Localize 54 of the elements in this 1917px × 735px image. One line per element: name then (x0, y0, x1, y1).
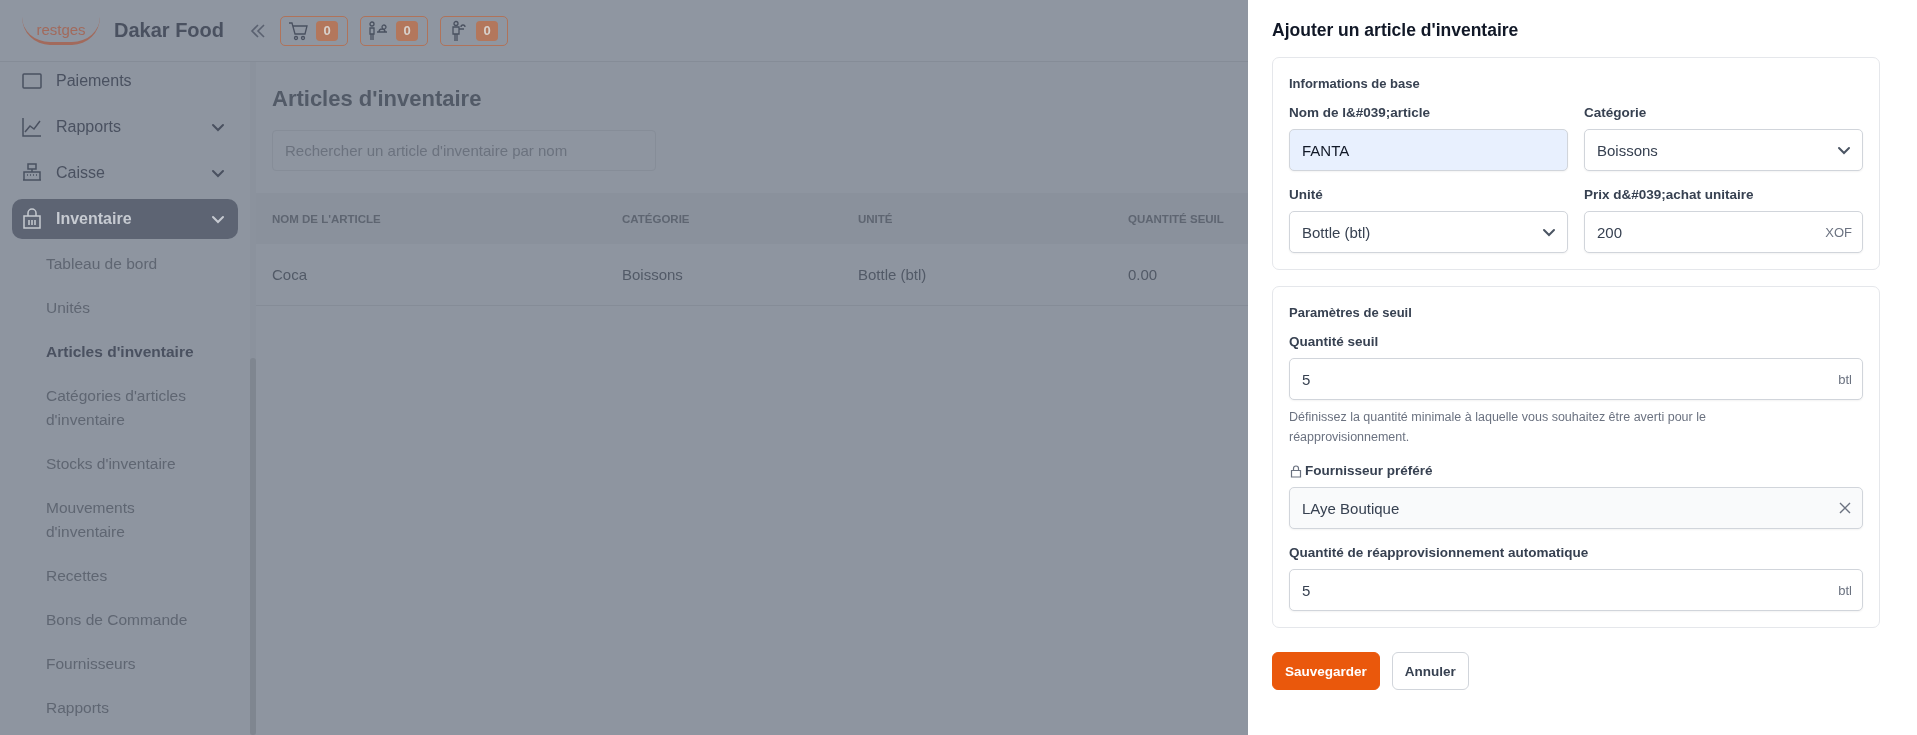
sidebar-subitem[interactable]: Articles d'inventaire (12, 330, 212, 374)
field-label: Fournisseur préféré (1305, 463, 1433, 478)
lock-icon (1289, 463, 1303, 478)
field-label: Catégorie (1584, 105, 1647, 120)
unit-label: XOF (1825, 224, 1852, 240)
table-cell-text: Bottle (btl) (858, 266, 928, 283)
section-title: Informations de base (1289, 76, 1421, 91)
count-badge: 0 (396, 20, 419, 41)
sidebar-item[interactable]: Paiements (12, 62, 238, 101)
counter-button[interactable]: 0 (280, 15, 349, 46)
field-label: Unité (1289, 187, 1323, 202)
field-value: 200 (1597, 223, 1624, 241)
field-value: Bottle (btl) (1302, 223, 1372, 241)
field-value: LAye Boutique (1302, 499, 1401, 517)
input-field[interactable]: 5 btl (1289, 358, 1863, 400)
counter-button[interactable]: 0 (360, 15, 429, 46)
field-value: 5 (1302, 581, 1312, 599)
counter-button[interactable]: 0 (440, 15, 509, 46)
close-icon[interactable] (1838, 501, 1852, 515)
bag-icon (20, 207, 44, 231)
select-field[interactable]: Bottle (btl) (1289, 211, 1568, 253)
sidebar-item[interactable]: Rapports (12, 107, 238, 147)
drawer-title: Ajouter un article d'inventaire (1272, 20, 1520, 41)
brand-name: Dakar Food (114, 19, 225, 42)
field-label: Quantité seuil (1289, 334, 1379, 349)
chart-icon (20, 115, 44, 139)
field-value: FANTA (1302, 141, 1351, 159)
sidebar-item[interactable]: Inventaire (12, 199, 238, 239)
field-label: Nom de l&#039;article (1289, 105, 1431, 120)
input-field[interactable]: FANTA (1289, 129, 1568, 171)
select-field[interactable]: LAye Boutique (1289, 487, 1863, 529)
page-title: Articles d'inventaire (272, 86, 483, 112)
count-badge: 0 (476, 20, 499, 41)
unit-label: btl (1838, 582, 1852, 598)
save-button[interactable]: Sauvegarder (1272, 652, 1380, 690)
table-cell-text: Coca (272, 266, 309, 283)
unit-label: btl (1838, 371, 1852, 387)
field-hint: Définissez la quantité minimale à laquelle vous souhaitez être averti pour le réapprovisionnement. (1289, 409, 1707, 446)
input-field[interactable]: 5 btl (1289, 569, 1863, 611)
sidebar-item[interactable]: Caisse (12, 153, 238, 193)
select-field[interactable]: Boissons (1584, 129, 1863, 171)
input-field[interactable]: 200 XOF (1584, 211, 1863, 253)
table-cell-text: 0.00 (1128, 266, 1159, 283)
field-value: 5 (1302, 370, 1312, 388)
field-label: Quantité de réapprovisionnement automatique (1289, 545, 1589, 560)
count-badge: 0 (316, 20, 339, 41)
table-cell-text: Boissons (622, 266, 684, 283)
logo: restges (22, 16, 100, 45)
cancel-button[interactable]: Annuler (1391, 652, 1469, 690)
person-desk-icon (367, 19, 390, 42)
section-title: Paramètres de seuil (1289, 305, 1413, 320)
field-label: Prix d&#039;achat unitaire (1584, 187, 1754, 202)
cart-icon (287, 19, 310, 42)
field-value: Boissons (1597, 141, 1659, 159)
